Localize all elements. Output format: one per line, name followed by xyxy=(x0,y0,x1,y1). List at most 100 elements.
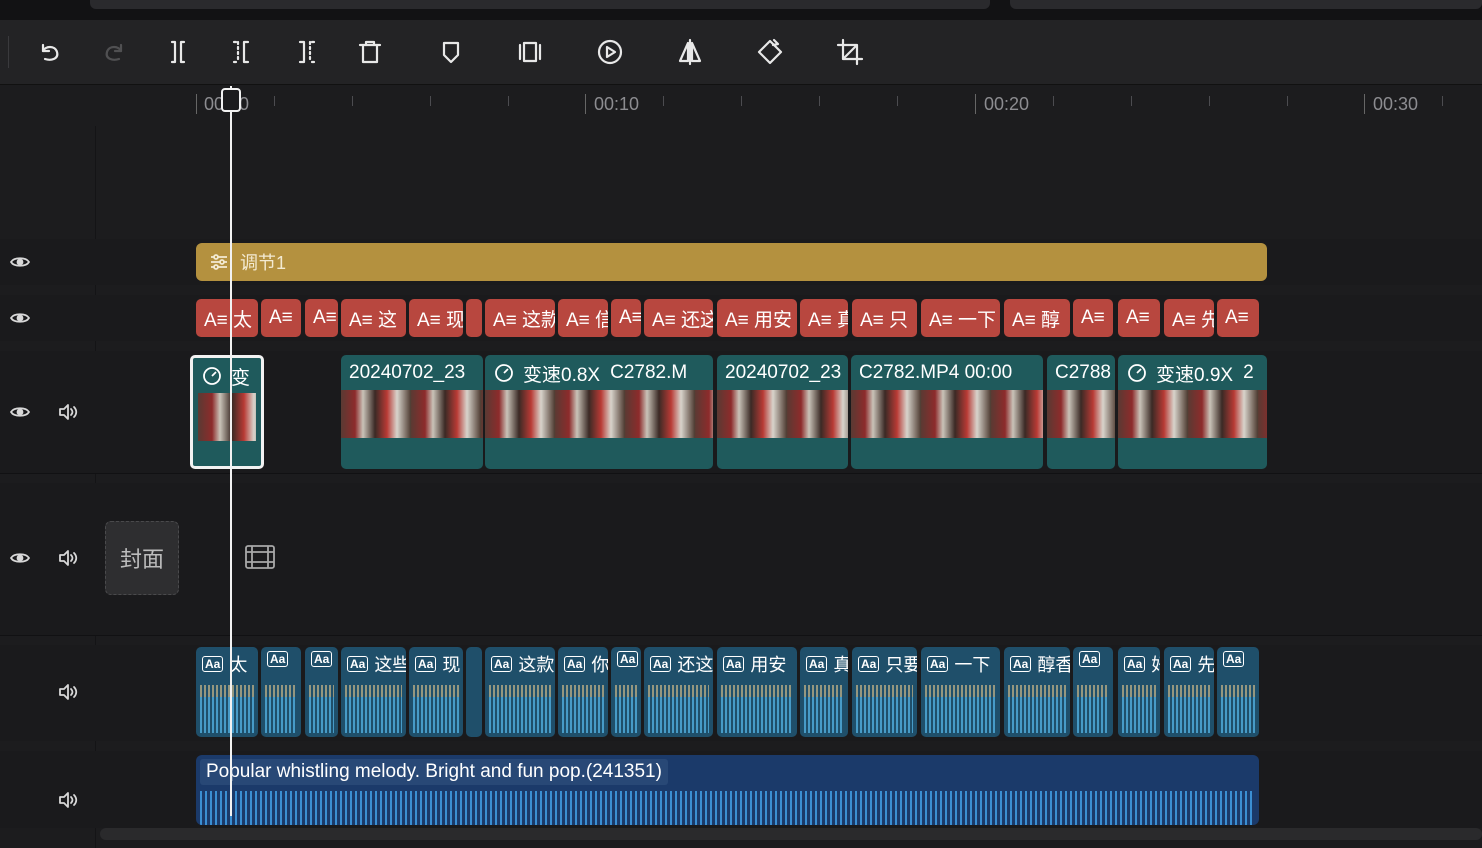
audio-waveform xyxy=(1122,685,1156,733)
speaker-icon xyxy=(59,684,78,700)
split-left-button[interactable] xyxy=(222,32,262,72)
text-clip[interactable]: A≡ 信 xyxy=(558,299,608,337)
text-to-speech-icon: Aa xyxy=(491,656,513,672)
mark-button[interactable] xyxy=(431,32,471,72)
text-clip-label: A≡ xyxy=(1081,307,1105,328)
music-clip[interactable]: Popular whistling melody. Bright and fun… xyxy=(196,755,1259,825)
voice-clip[interactable]: Aa 好 xyxy=(1118,647,1160,737)
audio-waveform xyxy=(265,685,297,733)
voice-clip[interactable]: Aa 这些 xyxy=(341,647,406,737)
clip-name: C2782.MP4 00:00 xyxy=(859,362,1013,383)
text-clip[interactable]: A≡ 醇 xyxy=(1004,299,1070,337)
audio-waveform xyxy=(648,685,709,733)
redo-button[interactable] xyxy=(94,32,134,72)
text-clip[interactable]: A≡ 一下 xyxy=(921,299,1000,337)
voice-clip[interactable]: Aa xyxy=(1073,647,1113,737)
voice-clip[interactable]: Aa 先 xyxy=(1164,647,1214,737)
voice-clip-label: Aa 现 xyxy=(415,651,460,677)
audio-waveform xyxy=(925,685,996,733)
video-clip-label: C2788 xyxy=(1055,359,1111,387)
mirror-button[interactable] xyxy=(670,32,710,72)
voice-mute-toggle[interactable] xyxy=(57,681,79,703)
voice-clip[interactable]: Aa xyxy=(261,647,301,737)
voice-clip[interactable] xyxy=(466,647,482,737)
text-visibility-toggle[interactable] xyxy=(9,307,31,329)
text-clip[interactable] xyxy=(466,299,482,337)
adjustment-clip[interactable]: 调节1 xyxy=(196,243,1267,281)
voice-clip[interactable]: Aa 醇香 xyxy=(1004,647,1070,737)
text-clip[interactable]: A≡ 还这 xyxy=(644,299,713,337)
text-clip[interactable]: A≡ 真 xyxy=(800,299,848,337)
voice-clip[interactable]: Aa 现 xyxy=(409,647,463,737)
voice-clip-label: Aa 用安 xyxy=(723,651,786,677)
video-thumbnails xyxy=(1118,390,1267,438)
text-clip[interactable]: A≡ xyxy=(1217,299,1259,337)
rotate-button[interactable] xyxy=(750,32,790,72)
adjustment-visibility-toggle[interactable] xyxy=(9,251,31,273)
text-clip[interactable]: A≡ 这 xyxy=(341,299,406,337)
text-to-speech-icon: Aa xyxy=(202,656,224,672)
text-to-speech-icon: Aa xyxy=(723,656,745,672)
video-mute-toggle[interactable] xyxy=(57,401,79,423)
clip-name: 20240702_23 xyxy=(725,362,842,383)
text-clip-label: A≡ 现 xyxy=(417,309,463,331)
voice-clip-label: Aa xyxy=(311,651,338,667)
undo-icon xyxy=(41,43,59,61)
text-clip[interactable]: A≡ xyxy=(305,299,338,337)
voice-clip[interactable]: Aa 只要 xyxy=(852,647,917,737)
audio-waveform xyxy=(1168,685,1210,733)
playhead-handle[interactable] xyxy=(221,88,241,112)
video-clip[interactable]: 20240702_23 xyxy=(341,355,483,469)
text-clip[interactable]: A≡ 现 xyxy=(409,299,463,337)
text-clip[interactable]: A≡ xyxy=(1118,299,1160,337)
text-clip[interactable]: A≡ 用安 xyxy=(717,299,797,337)
voice-clip-label: Aa 醇香 xyxy=(1010,651,1070,677)
text-clip[interactable]: A≡ xyxy=(261,299,301,337)
voice-clip[interactable]: Aa 你 xyxy=(558,647,608,737)
cover-button[interactable]: 封面 xyxy=(105,521,179,595)
timeline-horizontal-scrollbar[interactable] xyxy=(100,828,1482,840)
text-clip[interactable]: A≡ 只 xyxy=(852,299,917,337)
playhead-line[interactable] xyxy=(230,86,232,816)
audio-waveform xyxy=(345,685,402,733)
split-right-icon xyxy=(298,40,316,64)
text-clip[interactable]: A≡ 太 xyxy=(196,299,258,337)
split-button[interactable] xyxy=(158,32,198,72)
video-visibility-toggle[interactable] xyxy=(9,401,31,423)
freeze-frame-button[interactable] xyxy=(510,32,550,72)
main-visibility-toggle[interactable] xyxy=(9,547,31,569)
text-clip-label: A≡ 太 xyxy=(204,309,253,331)
cover-label: 封面 xyxy=(119,547,164,572)
voice-clip[interactable]: Aa 还这 xyxy=(644,647,713,737)
voice-clip[interactable]: Aa xyxy=(1217,647,1259,737)
voice-clip[interactable]: Aa 一下 xyxy=(921,647,1000,737)
ruler-tick xyxy=(430,96,431,106)
split-right-button[interactable] xyxy=(286,32,326,72)
text-clip[interactable]: A≡ 这款 xyxy=(485,299,555,337)
voice-clip[interactable]: Aa 用安 xyxy=(717,647,797,737)
video-clip[interactable]: C2782.MP4 00:00 xyxy=(851,355,1043,469)
undo-button[interactable] xyxy=(30,32,70,72)
voice-clip[interactable]: Aa 这款 xyxy=(485,647,555,737)
delete-button[interactable] xyxy=(350,32,390,72)
play-segment-button[interactable] xyxy=(590,32,630,72)
text-clip[interactable]: A≡ xyxy=(611,299,641,337)
audio-waveform xyxy=(309,685,334,733)
video-clip[interactable]: 20240702_23 xyxy=(717,355,848,469)
sliders-icon xyxy=(211,254,227,270)
video-clip[interactable]: 变速0.9X 2 xyxy=(1118,355,1267,469)
voice-clip[interactable]: Aa 真 xyxy=(800,647,848,737)
text-clip[interactable]: A≡ xyxy=(1073,299,1113,337)
text-clip[interactable]: A≡ 先 xyxy=(1164,299,1214,337)
voice-clip[interactable]: Aa xyxy=(611,647,641,737)
main-mute-toggle[interactable] xyxy=(57,547,79,569)
voice-clip[interactable]: Aa xyxy=(305,647,338,737)
video-clip[interactable]: 变速0.8X C2782.M xyxy=(485,355,713,469)
music-mute-toggle[interactable] xyxy=(57,789,79,811)
music-waveform xyxy=(200,791,1255,825)
video-thumbnails xyxy=(1047,390,1115,438)
crop-button[interactable] xyxy=(830,32,870,72)
video-clip-selected[interactable]: 变 xyxy=(190,355,264,469)
voice-clip[interactable]: Aa 太 xyxy=(196,647,258,737)
video-clip[interactable]: C2788 xyxy=(1047,355,1115,469)
